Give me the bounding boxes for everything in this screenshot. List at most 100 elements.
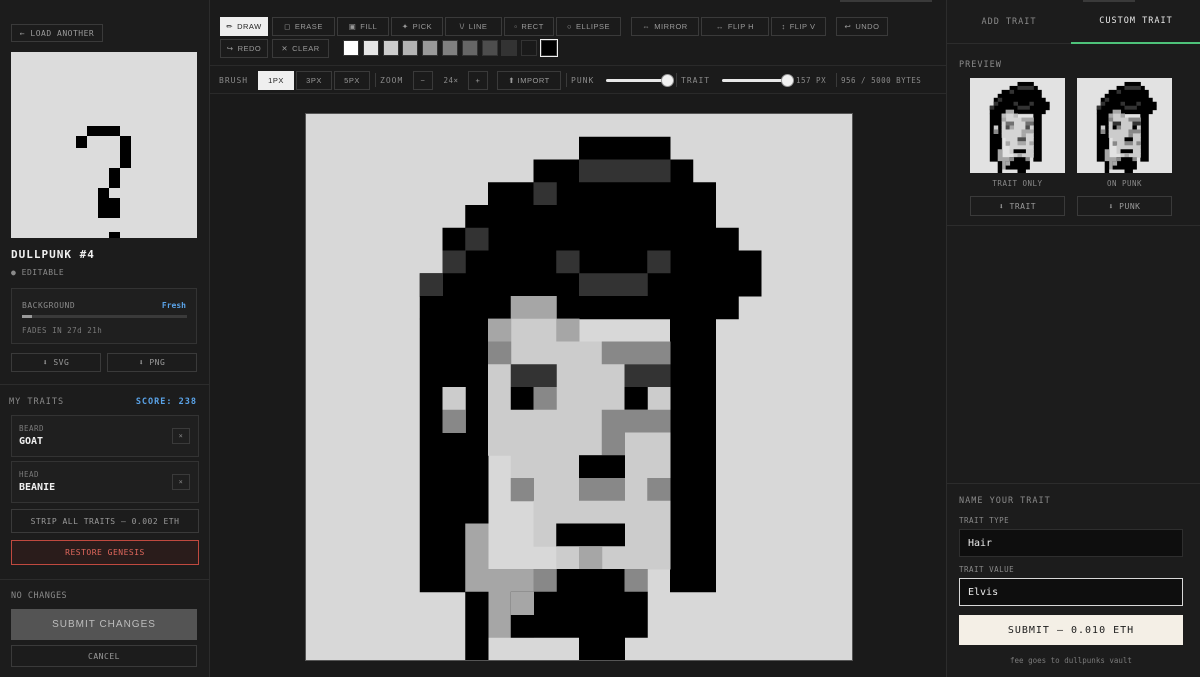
tool-rect-button[interactable]: ▫ RECT bbox=[504, 17, 554, 36]
color-swatch[interactable] bbox=[481, 40, 498, 56]
remove-trait-button[interactable]: × bbox=[172, 474, 190, 490]
trait-type-input[interactable] bbox=[959, 529, 1183, 557]
cancel-button[interactable]: CANCEL bbox=[11, 645, 197, 667]
clear-button[interactable]: ✕ CLEAR bbox=[272, 39, 329, 58]
tool-undo-button[interactable]: ↩ UNDO bbox=[836, 17, 888, 36]
editable-status: ● EDITABLE bbox=[11, 268, 65, 277]
tool-label: RECT bbox=[521, 22, 544, 31]
tool-erase-button[interactable]: ◻ ERASE bbox=[272, 17, 335, 36]
tool-flip-v-button[interactable]: ↕ FLIP V bbox=[771, 17, 826, 36]
tool-line-button[interactable]: \/LINE bbox=[445, 17, 502, 36]
tool-label: FLIP V bbox=[789, 22, 816, 31]
brush-size-3px[interactable]: 3PX bbox=[296, 71, 332, 90]
divider bbox=[0, 384, 210, 385]
undo-icon: ↩ bbox=[844, 22, 852, 31]
left-panel: ← LOAD ANOTHER DULLPUNK #4 ● EDITABLE BA… bbox=[0, 0, 210, 677]
tab-add-trait[interactable]: ADD TRAIT bbox=[947, 0, 1071, 44]
download-trait-button[interactable]: ⬇ TRAIT bbox=[970, 196, 1065, 216]
tool-mirror-button[interactable]: ⇔ MIRROR bbox=[631, 17, 699, 36]
trait-only-caption: TRAIT ONLY bbox=[992, 179, 1043, 188]
tool-pick-button[interactable]: ✦ PICK bbox=[391, 17, 443, 36]
tool-flip-h-button[interactable]: ↔ FLIP H bbox=[701, 17, 769, 36]
trait-type-label: TRAIT TYPE bbox=[959, 516, 1010, 525]
name-your-trait-heading: NAME YOUR TRAIT bbox=[959, 496, 1051, 506]
background-status: Fresh bbox=[161, 301, 186, 310]
tool-label: ERASE bbox=[294, 22, 323, 31]
remove-trait-button[interactable]: × bbox=[172, 428, 190, 444]
tool-ellipse-button[interactable]: ○ ELLIPSE bbox=[556, 17, 621, 36]
my-traits-heading: MY TRAITS bbox=[9, 397, 65, 407]
load-another-button[interactable]: ← LOAD ANOTHER bbox=[11, 24, 103, 42]
divider bbox=[0, 579, 210, 580]
punk-opacity-slider[interactable] bbox=[606, 74, 674, 87]
trait-type: BEARD bbox=[19, 424, 45, 433]
byte-count: 956 / 5000 BYTES bbox=[841, 76, 922, 85]
top-stub bbox=[840, 0, 932, 2]
color-swatch[interactable] bbox=[402, 40, 419, 56]
pick-icon: ✦ bbox=[401, 22, 409, 31]
tool-label: CLEAR bbox=[292, 44, 320, 53]
rect-icon: ▫ bbox=[514, 22, 518, 31]
on-punk-caption: ON PUNK bbox=[1106, 179, 1143, 188]
clear-icon: ✕ bbox=[281, 44, 289, 53]
tool-label: REDO bbox=[237, 44, 262, 53]
zoom-out-button[interactable]: − bbox=[413, 71, 433, 90]
flip-v-icon: ↕ bbox=[781, 22, 786, 31]
color-swatch[interactable] bbox=[382, 40, 399, 56]
trait-opacity-slider[interactable] bbox=[722, 74, 794, 87]
trait-value: GOAT bbox=[19, 436, 44, 447]
color-swatch[interactable] bbox=[521, 40, 538, 56]
import-button[interactable]: ⬆ IMPORT bbox=[497, 71, 561, 90]
trait-card-beard: BEARD GOAT × bbox=[11, 415, 199, 457]
color-swatch[interactable] bbox=[343, 40, 359, 56]
right-panel: ADD TRAIT CUSTOM TRAIT PREVIEW TRAIT ONL… bbox=[946, 0, 1200, 677]
brush-size-5px[interactable]: 5PX bbox=[334, 71, 370, 90]
pixel-canvas-art[interactable] bbox=[306, 114, 852, 661]
color-swatch[interactable] bbox=[461, 40, 478, 56]
color-swatch[interactable] bbox=[362, 40, 379, 56]
download-punk-button[interactable]: ⬇ PUNK bbox=[1077, 196, 1172, 216]
redo-icon: ↪ bbox=[226, 44, 234, 53]
punk-opacity-label: PUNK bbox=[571, 76, 595, 85]
background-progress-fill bbox=[22, 315, 32, 318]
background-card: BACKGROUND Fresh FADES IN 27d 21h bbox=[11, 288, 197, 344]
color-swatch[interactable] bbox=[442, 40, 458, 56]
mirror-icon: ⇔ bbox=[642, 22, 651, 31]
brush-label: BRUSH bbox=[219, 76, 249, 85]
pixel-canvas[interactable] bbox=[305, 113, 853, 661]
redo-button[interactable]: ↪ REDO bbox=[220, 39, 268, 58]
divider bbox=[947, 483, 1200, 484]
trait-value-input[interactable] bbox=[959, 578, 1183, 606]
pencil-icon: ✏ bbox=[226, 22, 234, 31]
tool-label: DRAW bbox=[237, 22, 262, 31]
trait-type: HEAD bbox=[19, 470, 40, 479]
tool-label: LINE bbox=[468, 22, 488, 31]
trait-value-label: TRAIT VALUE bbox=[959, 565, 1015, 574]
editor-area: ✏ DRAW ◻ ERASE ▣ FILL ✦ PICK \/LINE ▫ RECT ○ ELLIPSE… bbox=[210, 0, 946, 677]
fades-countdown: FADES IN 27d 21h bbox=[22, 326, 103, 335]
trait-opacity-knob[interactable] bbox=[781, 74, 794, 87]
submit-trait-button[interactable]: SUBMIT — 0.010 ETH bbox=[959, 615, 1183, 645]
on-punk-preview bbox=[1077, 78, 1172, 174]
color-swatch[interactable] bbox=[422, 40, 439, 56]
tab-custom-trait[interactable]: CUSTOM TRAIT bbox=[1071, 0, 1200, 44]
brush-size-1px[interactable]: 1PX bbox=[258, 71, 294, 90]
download-png-button[interactable]: ⬇ PNG bbox=[107, 353, 197, 372]
background-progress-track bbox=[22, 315, 187, 318]
tool-draw-button[interactable]: ✏ DRAW bbox=[220, 17, 268, 36]
color-swatch[interactable] bbox=[540, 39, 558, 57]
brush-bar: BRUSH 1PX 3PX 5PX ZOOM − 24× + ⬆ IMPORT … bbox=[210, 66, 946, 94]
strip-all-traits-button[interactable]: STRIP ALL TRAITS — 0.002 ETH bbox=[11, 509, 199, 533]
ellipse-icon: ○ bbox=[567, 22, 573, 31]
submit-changes-button[interactable]: SUBMIT CHANGES bbox=[11, 609, 197, 640]
download-svg-button[interactable]: ⬇ SVG bbox=[11, 353, 101, 372]
zoom-value: 24× bbox=[443, 76, 459, 85]
punk-opacity-knob[interactable] bbox=[661, 74, 674, 87]
tool-fill-button[interactable]: ▣ FILL bbox=[337, 17, 389, 36]
punk-preview bbox=[11, 52, 197, 238]
on-punk-image bbox=[1096, 81, 1157, 174]
tool-label: FLIP H bbox=[727, 22, 755, 31]
color-swatch[interactable] bbox=[501, 40, 518, 56]
zoom-in-button[interactable]: + bbox=[468, 71, 488, 90]
restore-genesis-button[interactable]: RESTORE GENESIS bbox=[11, 540, 199, 565]
